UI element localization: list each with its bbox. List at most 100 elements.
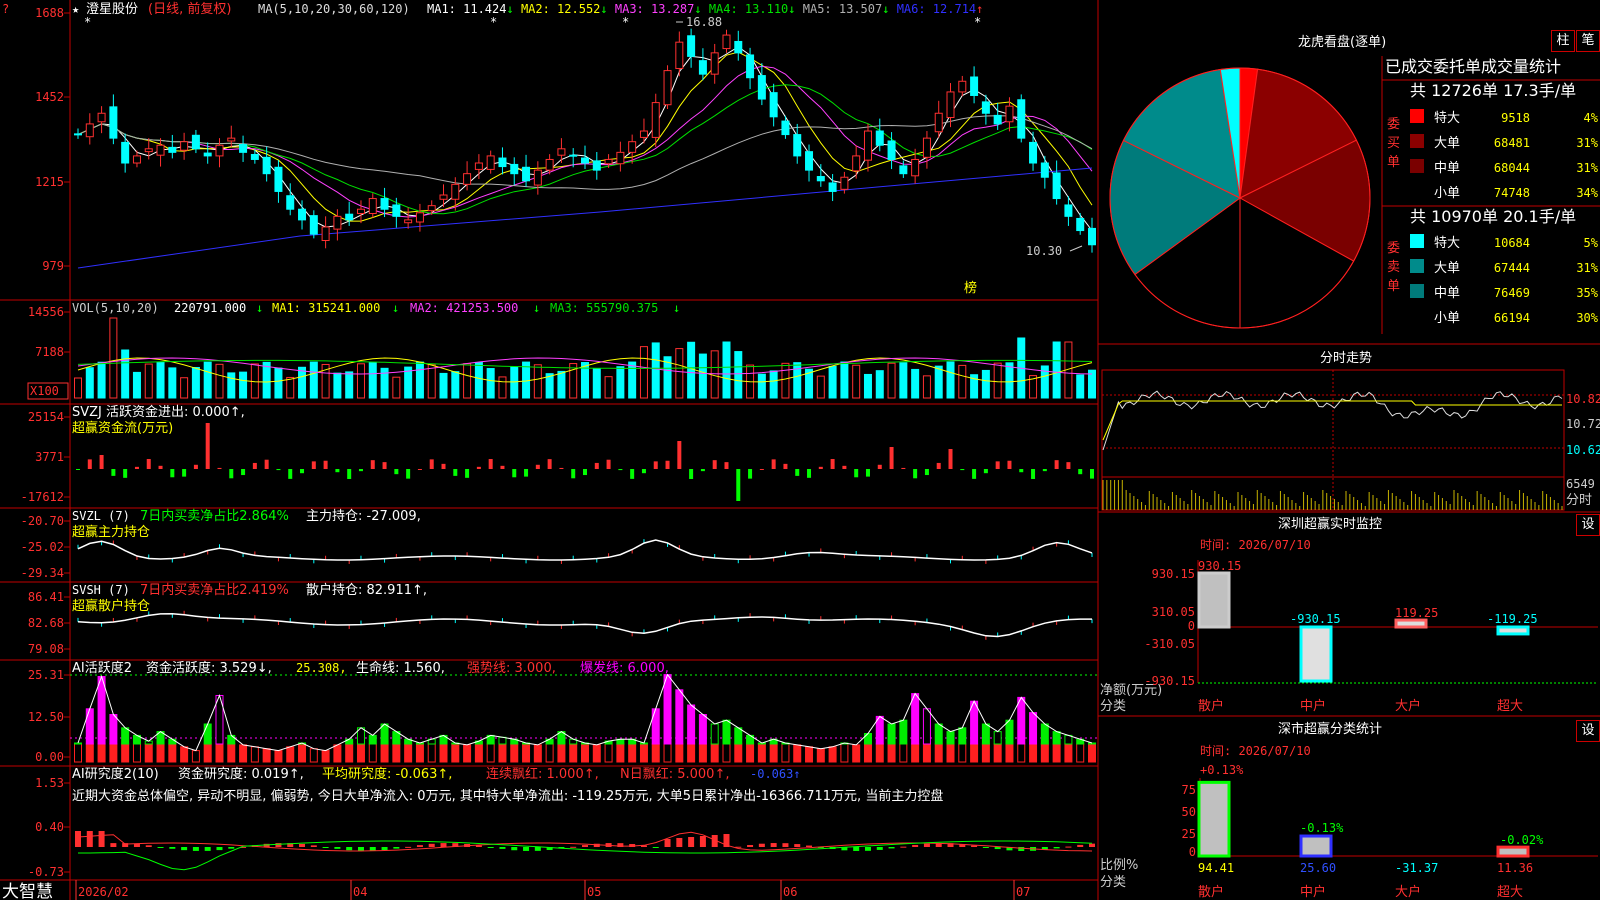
vol-value: 220791.000: [174, 301, 246, 315]
research-bar: [923, 843, 930, 847]
svzj-bar: [583, 469, 587, 476]
y-tick-label: -25.02: [21, 540, 64, 554]
svzj-bar: [1078, 469, 1083, 475]
candle-body: [757, 75, 766, 100]
legend-swatch: [1410, 259, 1424, 273]
ai-nday: N日飘红: 5.000↑,: [620, 766, 729, 782]
svzj-bar: [335, 469, 340, 473]
column-mode-button[interactable]: 柱: [1551, 30, 1575, 52]
dt-row-qty: 66194: [1494, 311, 1530, 325]
sz-monitor-y-tick: -930.15: [1144, 674, 1195, 688]
svzj-bar: [264, 459, 269, 469]
candle-body: [1040, 162, 1049, 178]
ai-bar-top: [1040, 723, 1049, 745]
ai-bar-red: [604, 743, 613, 763]
ai-bar-red: [345, 743, 354, 763]
sz-class-bar: [1496, 845, 1530, 858]
ai-bar-red: [463, 744, 472, 763]
ai-bar-top: [1088, 742, 1096, 745]
ai-bar-top: [97, 676, 106, 745]
ai-bar-red: [1052, 743, 1061, 763]
candle-body: [840, 176, 849, 190]
sz-monitor-settings-button[interactable]: 设: [1576, 514, 1600, 536]
ai-bar-red: [663, 743, 672, 763]
side-char: 卖: [1387, 260, 1400, 275]
y-tick-label: 1452: [35, 90, 64, 104]
candle-body: [1052, 172, 1061, 200]
sz-monitor-bar-label: 119.25: [1395, 606, 1438, 620]
candle-body: [180, 141, 189, 151]
candle-body: [345, 213, 354, 221]
intraday-y1: 10.82: [1566, 392, 1600, 406]
dt-row-label: 大单: [1434, 136, 1460, 151]
research-bar: [770, 843, 777, 847]
bang-label: 榜: [964, 280, 977, 296]
y-tick-label: -20.70: [21, 514, 64, 528]
dt-row-pct: 5%: [1584, 236, 1599, 250]
legend-swatch: [1410, 284, 1424, 298]
svzj-bar: [924, 469, 929, 476]
y-axis-labels: 1688 1452 1215 979 14556 7188 25154 3771 -17612 -…: [21, 6, 70, 879]
volume-bar: [722, 341, 731, 399]
ai-bar-red: [781, 743, 790, 763]
svsh-title: SVSH (7): [72, 583, 130, 597]
svzj-bar: [630, 469, 635, 479]
svzj-bar: [182, 469, 187, 477]
ai-bar-red: [981, 743, 990, 763]
research-bar: [86, 831, 93, 847]
sz-monitor-bar-label: 930.15: [1198, 559, 1241, 573]
svzl-header: SVZL (7) 7日内买卖净占比2.864% 主力持仓: -27.009, 超…: [72, 508, 421, 540]
svzj-bar: [134, 466, 139, 469]
svsh-hold: 散户持仓: 82.911↑,: [306, 582, 427, 598]
ai-research-val: 资金研究度: 0.019↑,: [178, 766, 304, 782]
sz-class-value: 94.41: [1198, 861, 1234, 875]
ai-bar-red: [392, 743, 401, 763]
svg-text:↓: ↓: [392, 301, 399, 315]
volume-bar: [215, 363, 224, 399]
pen-mode-button[interactable]: 笔: [1576, 30, 1600, 52]
ai-bar-top: [899, 719, 908, 745]
volume-bar: [687, 341, 696, 399]
sz-class-settings-button[interactable]: 设: [1576, 720, 1600, 742]
research-bar: [310, 845, 317, 847]
ai-bar-red: [911, 743, 920, 763]
candle-body: [1005, 105, 1014, 123]
research-bar: [334, 847, 341, 849]
dt-row-pct: 4%: [1584, 111, 1599, 125]
dt-row-pct: 34%: [1576, 186, 1598, 200]
volume-bar: [180, 377, 189, 399]
volume-bar: [463, 363, 472, 399]
svzj-bar: [807, 469, 812, 478]
svzj-header: SVZJ 活跃资金进出: 0.000↑, 超赢资金流(万元): [72, 404, 245, 436]
candle-body: [710, 52, 719, 75]
research-bar: [806, 845, 813, 847]
ai-activity-bars: [74, 673, 1096, 763]
side-char: 单: [1387, 279, 1400, 294]
sz-monitor-y-tick: 310.05: [1152, 605, 1195, 619]
svzj-bar: [323, 460, 328, 469]
research-bar: [299, 843, 306, 847]
svzj-bar: [170, 469, 175, 478]
volume-bar: [922, 375, 931, 399]
research-bar: [157, 847, 164, 848]
ai-bar-red: [239, 744, 248, 763]
intraday-vol-unit: 分时: [1566, 493, 1592, 508]
svzj-bar: [453, 469, 458, 476]
ai-bar-top: [168, 738, 177, 745]
intraday-panel: 分时走势 10.82 10.72 10.62 6549 分时: [1101, 350, 1600, 511]
candle-body: [781, 120, 790, 136]
svzj-bar: [936, 462, 941, 469]
moving-average-lines: * * * *: [77, 15, 1093, 269]
ai-bar-red: [1005, 743, 1014, 763]
candle-body: [604, 158, 613, 165]
research-bar: [357, 847, 364, 851]
ai-bar-red: [816, 748, 825, 763]
ai-bar-top: [651, 708, 660, 745]
sz-class-category: 大户: [1395, 884, 1421, 900]
sz-class-xunit: 分类: [1100, 875, 1126, 890]
header-badge: ?: [2, 2, 9, 16]
sz-monitor-bar-label: -119.25: [1487, 612, 1538, 626]
ai-bar-red: [298, 743, 307, 763]
ai-bar-red: [356, 743, 365, 763]
svzj-bar: [724, 462, 729, 469]
